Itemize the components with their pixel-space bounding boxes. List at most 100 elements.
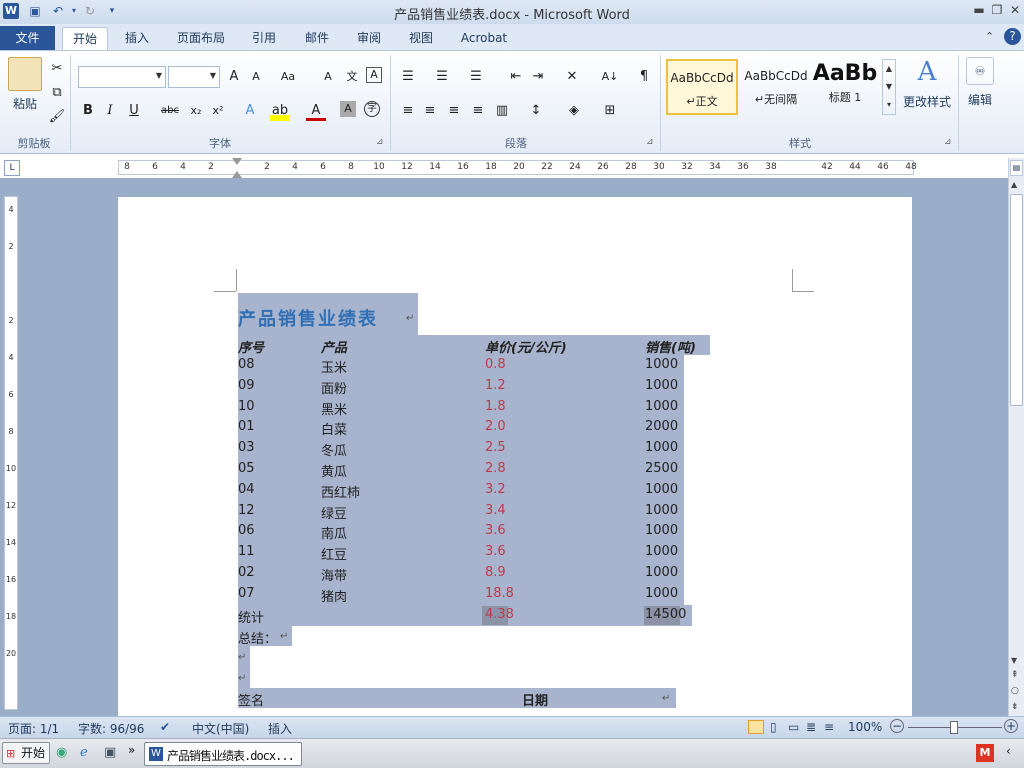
table-cell[interactable]: 黑米: [321, 399, 347, 418]
styles-dialog-launcher-icon[interactable]: ⊿: [944, 137, 952, 147]
taskbar-word-item[interactable]: W 产品销售业绩表.docx...: [144, 742, 302, 766]
subscript-icon[interactable]: x₂: [186, 101, 206, 121]
clear-format-icon[interactable]: A: [318, 67, 338, 87]
style-heading-1[interactable]: AaBb 标题 1: [812, 59, 878, 115]
table-cell[interactable]: 2000: [645, 419, 678, 434]
strikethrough-icon[interactable]: abc: [160, 101, 180, 121]
draft-icon[interactable]: ≡: [824, 720, 834, 734]
line-spacing-icon[interactable]: ↕: [526, 101, 546, 121]
zoom-slider-thumb[interactable]: [950, 721, 958, 734]
zoom-level[interactable]: 100%: [848, 720, 882, 734]
next-page-icon[interactable]: ⇟: [1011, 702, 1019, 712]
table-cell[interactable]: 07: [238, 586, 255, 601]
bold-icon[interactable]: B: [78, 101, 98, 121]
grow-font-icon[interactable]: A: [224, 67, 244, 87]
vertical-ruler[interactable]: 4 2 2 4 6 8 10 12 14 16 18 20: [4, 196, 18, 710]
indent-marker[interactable]: [232, 158, 242, 166]
table-cell[interactable]: 西红柿: [321, 482, 360, 501]
close-icon[interactable]: ✕: [1006, 2, 1024, 18]
table-cell[interactable]: 2.5: [485, 440, 506, 455]
tab-selector-icon[interactable]: L: [4, 160, 20, 176]
distribute-icon[interactable]: ▥: [492, 101, 512, 121]
document-page[interactable]: 产品销售业绩表 ↵ 序号 产品 单价(元/公斤) 销售(吨) 08 玉米 0.8 1000 09…: [118, 197, 912, 717]
zoom-in-icon[interactable]: +: [1004, 719, 1018, 733]
quick-launch-icon-2[interactable]: ▣: [104, 745, 116, 760]
vertical-scrollbar[interactable]: ▤ ▲ ▼ ⇞ ○ ⇟: [1008, 158, 1024, 716]
date-label[interactable]: 日期: [522, 690, 548, 709]
table-cell[interactable]: 1000: [645, 482, 678, 497]
table-cell[interactable]: 02: [238, 565, 255, 580]
style-normal[interactable]: AaBbCcDd ↵正文: [666, 59, 738, 115]
table-cell[interactable]: 2.0: [485, 419, 506, 434]
borders-icon[interactable]: ⊞: [600, 101, 620, 121]
cut-icon[interactable]: ✂: [47, 59, 67, 79]
outline-icon[interactable]: ≣: [806, 720, 816, 734]
table-cell[interactable]: 10: [238, 399, 255, 414]
change-styles-icon[interactable]: A: [912, 57, 942, 87]
table-cell[interactable]: 05: [238, 461, 255, 476]
table-cell[interactable]: 南瓜: [321, 523, 347, 542]
font-color-icon[interactable]: A: [306, 101, 326, 121]
align-center-icon[interactable]: ≡: [420, 101, 440, 121]
paragraph-dialog-launcher-icon[interactable]: ⊿: [646, 137, 654, 147]
table-cell[interactable]: 3.4: [485, 503, 506, 518]
table-cell[interactable]: 1000: [645, 523, 678, 538]
align-right-icon[interactable]: ≡: [444, 101, 464, 121]
font-dialog-launcher-icon[interactable]: ⊿: [376, 137, 384, 147]
increase-indent-icon[interactable]: ⇥: [528, 67, 548, 87]
text-effects-icon[interactable]: A: [240, 101, 260, 121]
copy-icon[interactable]: ⧉: [47, 83, 67, 103]
word-count[interactable]: 字数: 96/96: [78, 720, 144, 737]
table-cell[interactable]: 玉米: [321, 357, 347, 376]
previous-page-icon[interactable]: ⇞: [1011, 670, 1019, 680]
table-cell[interactable]: 3.6: [485, 523, 506, 538]
change-styles-button[interactable]: 更改样式: [900, 93, 954, 110]
tab-acrobat[interactable]: Acrobat: [452, 27, 516, 50]
more-icon[interactable]: »: [128, 743, 135, 757]
table-cell[interactable]: 0.8: [485, 357, 506, 372]
table-cell[interactable]: 3.2: [485, 482, 506, 497]
language-status[interactable]: 中文(中国): [192, 720, 249, 737]
table-cell[interactable]: 1000: [645, 357, 678, 372]
paste-icon[interactable]: [8, 57, 42, 91]
enclose-char-icon[interactable]: 字: [364, 101, 380, 117]
tray-expand-icon[interactable]: ‹: [1006, 744, 1011, 758]
numbering-icon[interactable]: ☰: [432, 67, 452, 87]
table-header[interactable]: 销售(吨): [645, 337, 696, 356]
phonetic-icon[interactable]: 文: [342, 67, 362, 87]
table-cell[interactable]: 面粉: [321, 378, 347, 397]
table-cell[interactable]: 1000: [645, 544, 678, 559]
tab-references[interactable]: 引用: [244, 27, 284, 50]
table-header[interactable]: 单价(元/公斤): [485, 337, 567, 356]
font-name-combo[interactable]: ▼: [78, 66, 166, 88]
table-cell[interactable]: 海带: [321, 565, 347, 584]
table-cell[interactable]: 09: [238, 378, 255, 393]
table-cell[interactable]: 11: [238, 544, 255, 559]
table-cell[interactable]: 冬瓜: [321, 440, 347, 459]
table-cell[interactable]: 黄瓜: [321, 461, 347, 480]
sort-icon[interactable]: A↓: [600, 67, 620, 87]
insert-mode[interactable]: 插入: [268, 720, 292, 737]
table-cell[interactable]: 猪肉: [321, 586, 347, 605]
char-shading-icon[interactable]: A: [340, 101, 356, 117]
table-cell[interactable]: 白菜: [321, 419, 347, 438]
justify-icon[interactable]: ≡: [468, 101, 488, 121]
tab-file[interactable]: 文件: [0, 26, 55, 50]
table-cell[interactable]: 2500: [645, 461, 678, 476]
document-title[interactable]: 产品销售业绩表: [238, 305, 378, 331]
multilevel-list-icon[interactable]: ☰: [466, 67, 486, 87]
total-sales[interactable]: 14500: [645, 607, 686, 622]
font-size-combo[interactable]: ▼: [168, 66, 220, 88]
proofing-icon[interactable]: ✔: [160, 720, 170, 734]
shading-icon[interactable]: ◈: [564, 101, 584, 121]
table-cell[interactable]: 01: [238, 419, 255, 434]
tab-page-layout[interactable]: 页面布局: [168, 27, 234, 50]
table-cell[interactable]: 03: [238, 440, 255, 455]
restore-icon[interactable]: ❐: [988, 2, 1006, 18]
format-painter-icon[interactable]: 🖌: [47, 107, 67, 127]
zoom-out-icon[interactable]: −: [890, 719, 904, 733]
decrease-indent-icon[interactable]: ⇤: [506, 67, 526, 87]
editing-button[interactable]: 编辑: [962, 91, 998, 108]
char-border-icon[interactable]: A: [366, 67, 382, 83]
table-cell[interactable]: 08: [238, 357, 255, 372]
